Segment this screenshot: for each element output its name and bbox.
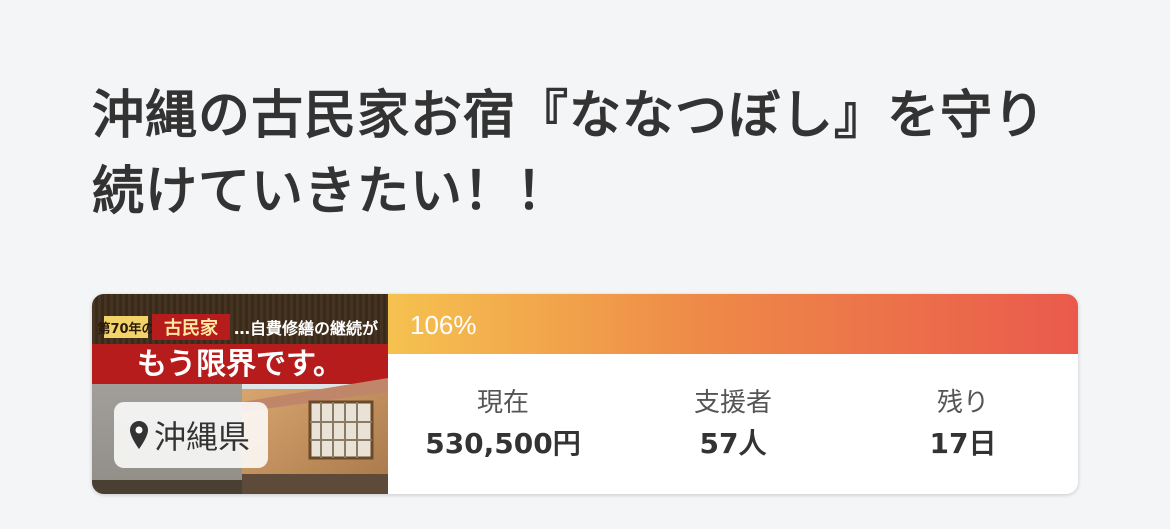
stat-current-amount: 現在 530,500円 xyxy=(388,354,618,494)
project-stats: 現在 530,500円 支援者 57人 残り 17日 xyxy=(388,354,1078,494)
stat-value: 530,500円 xyxy=(425,427,581,460)
project-thumbnail[interactable]: 第70年の 古民家 …自費修繕の継続が もう限界です。 沖縄県 xyxy=(92,294,388,494)
stat-remaining-days: 残り 17日 xyxy=(848,354,1078,494)
location-badge: 沖縄県 xyxy=(114,402,268,468)
stat-label: 現在 xyxy=(476,388,529,418)
location-label: 沖縄県 xyxy=(154,418,251,456)
banner-text: …自費修繕の継続が xyxy=(234,319,378,338)
progress-percent: 106% xyxy=(410,310,477,340)
banner-red-text: 古民家 xyxy=(164,317,219,339)
progress-fill xyxy=(388,294,1078,354)
banner-big-text: もう限界です。 xyxy=(137,347,343,382)
project-card[interactable]: 第70年の 古民家 …自費修繕の継続が もう限界です。 沖縄県 106% 現在 … xyxy=(92,294,1078,494)
stat-supporters: 支援者 57人 xyxy=(618,354,848,494)
stat-label: 残り xyxy=(936,388,989,418)
project-title[interactable]: 沖縄の古民家お宿『ななつぼし』を守り続けていきたい！！ xyxy=(92,78,1082,230)
stat-value: 57人 xyxy=(699,427,767,460)
map-pin-icon xyxy=(130,421,148,449)
funding-progress-bar: 106% xyxy=(388,294,1078,354)
stat-value: 17日 xyxy=(929,427,997,460)
stat-label: 支援者 xyxy=(693,388,772,418)
banner-small-text: 第70年の xyxy=(97,321,154,337)
